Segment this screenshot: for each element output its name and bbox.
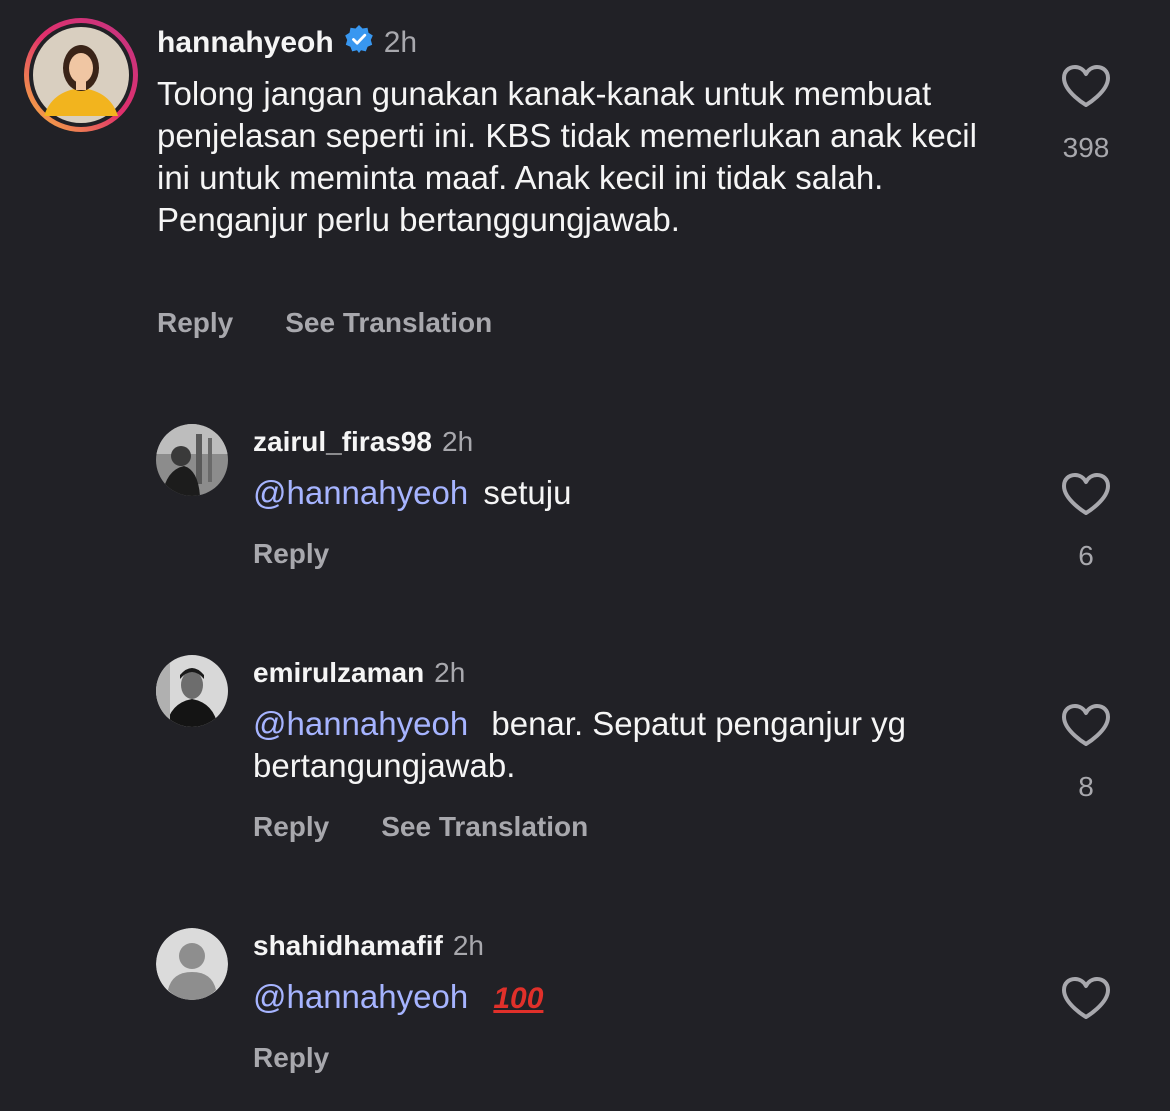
like-section xyxy=(1046,976,1126,1020)
comment-actions: Reply See Translation xyxy=(157,307,492,339)
like-count: 398 xyxy=(1062,132,1110,163)
timestamp: 2h xyxy=(452,930,484,961)
comment-header: shahidhamafif 2h xyxy=(253,930,484,962)
heart-outline-icon[interactable] xyxy=(1046,703,1126,747)
avatar[interactable] xyxy=(156,424,228,496)
mention-link[interactable]: @hannahyeoh xyxy=(253,474,468,511)
heart-outline-icon[interactable] xyxy=(1046,64,1126,108)
mention-link[interactable]: @hannahyeoh xyxy=(253,705,468,742)
username[interactable]: shahidhamafif xyxy=(253,930,443,962)
comment-actions: Reply xyxy=(253,538,329,570)
timestamp: 2h xyxy=(442,426,474,457)
verified-badge-icon xyxy=(344,24,374,62)
see-translation-button[interactable]: See Translation xyxy=(285,307,492,339)
like-count: 8 xyxy=(1078,771,1094,802)
like-section: 8 xyxy=(1046,703,1126,803)
hundred-points-emoji: 100 xyxy=(493,982,544,1015)
avatar[interactable] xyxy=(22,16,140,134)
like-section: 6 xyxy=(1046,472,1126,572)
mention-link[interactable]: @hannahyeoh xyxy=(253,978,468,1015)
comment-body: setuju xyxy=(483,474,572,511)
reply-button[interactable]: Reply xyxy=(253,538,329,570)
like-section: 398 xyxy=(1046,64,1126,164)
comment-header: zairul_firas98 2h xyxy=(253,426,473,458)
avatar[interactable] xyxy=(156,655,228,727)
comments-thread: hannahyeoh 2h Tolong jangan gunakan kana… xyxy=(0,0,1170,1111)
comment-text: @hannahyeoh 100 xyxy=(253,976,1013,1020)
reply-button[interactable]: Reply xyxy=(253,1042,329,1074)
reply-button[interactable]: Reply xyxy=(253,811,329,843)
comment-text: Tolong jangan gunakan kanak-kanak untuk … xyxy=(157,75,977,238)
heart-outline-icon[interactable] xyxy=(1046,472,1126,516)
timestamp: 2h xyxy=(383,26,418,59)
see-translation-button[interactable]: See Translation xyxy=(381,811,588,843)
comment-text: @hannahyeoh setuju xyxy=(253,472,1013,514)
comment-header: emirulzaman 2h xyxy=(253,657,465,689)
comment-actions: Reply xyxy=(253,1042,329,1074)
comment-actions: Reply See Translation xyxy=(253,811,588,843)
heart-outline-icon[interactable] xyxy=(1046,976,1126,1020)
reply-button[interactable]: Reply xyxy=(157,307,233,339)
username[interactable]: hannahyeoh xyxy=(157,26,334,60)
username[interactable]: emirulzaman xyxy=(253,657,424,689)
comment-header: hannahyeoh 2h xyxy=(157,24,417,62)
timestamp: 2h xyxy=(434,657,466,688)
default-avatar-icon[interactable] xyxy=(156,928,228,1000)
username[interactable]: zairul_firas98 xyxy=(253,426,432,458)
like-count: 6 xyxy=(1078,540,1094,571)
comment-text: @hannahyeoh benar. Sepatut penganjur yg … xyxy=(253,703,1013,787)
